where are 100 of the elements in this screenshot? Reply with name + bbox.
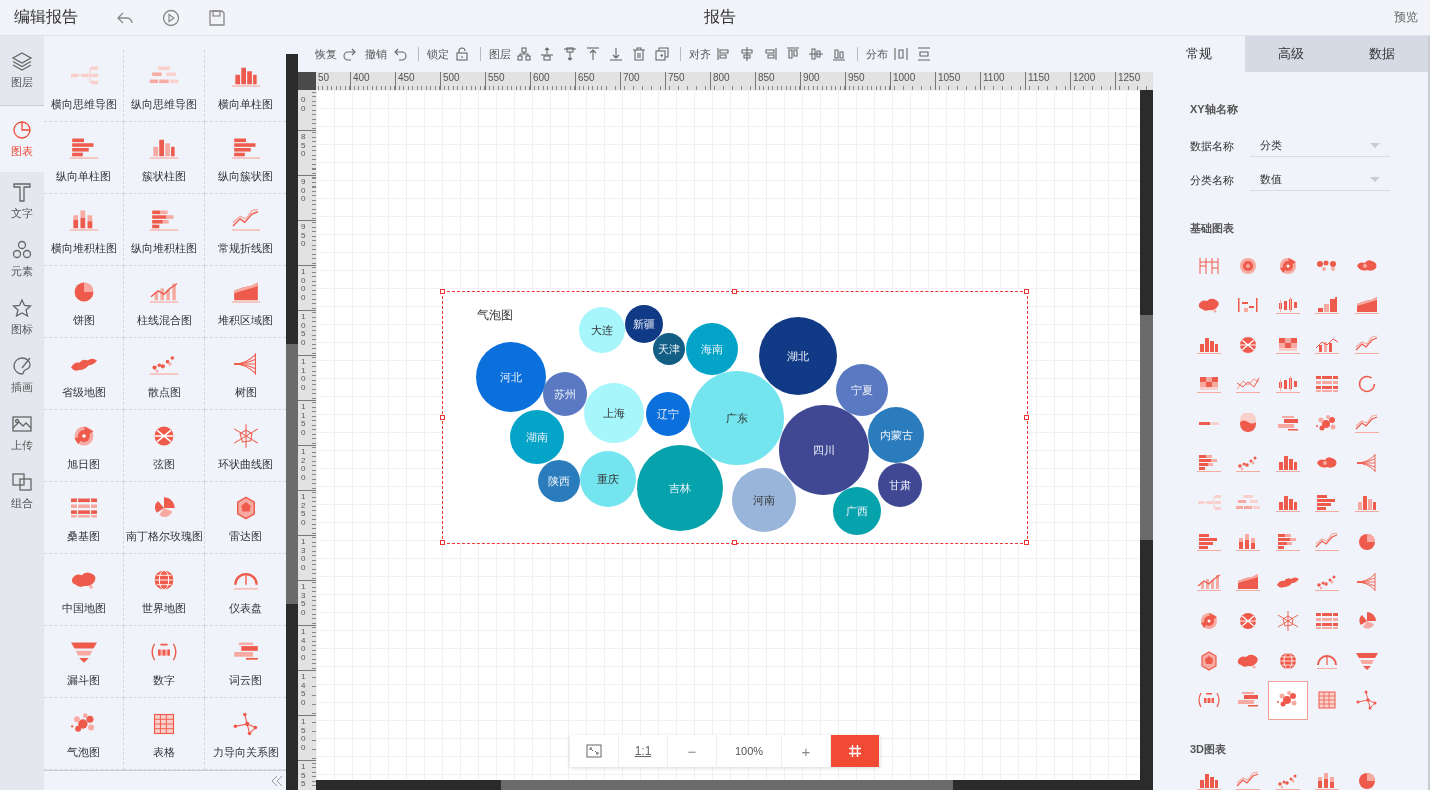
preview-button[interactable]: 预览 [1394, 9, 1418, 26]
ruler-number: 1450 [301, 673, 307, 707]
toolbar-label: 分布 [866, 46, 888, 62]
bubble-label: 河北 [500, 369, 522, 385]
chart-type-item[interactable]: 纵向思维导图 [124, 50, 205, 122]
chart-type-item[interactable]: 数字 [124, 626, 205, 698]
bubble-label: 新疆 [633, 316, 655, 332]
selected-chart[interactable]: 气泡图 大连 新疆 天津 海南 湖北 河北 苏州 宁夏 上海 辽宁 广东 湖南 内蒙古 四川 陕西 重庆 吉林 甘肃 河南 广西 [442, 291, 1028, 544]
section-heading: XY轴名称 [1190, 102, 1239, 117]
ruler-number: 500 [443, 72, 460, 83]
ruler-number: 900 [803, 72, 820, 83]
chart-type-item[interactable]: 南丁格尔玫瑰图 [124, 482, 205, 554]
chart-type-item[interactable]: 气泡图 [44, 698, 124, 770]
ruler-number: 1300 [301, 538, 307, 572]
ruler-number: 1200 [1073, 72, 1096, 83]
bubble-label: 苏州 [554, 386, 576, 402]
chart-type-item[interactable]: 世界地图 [124, 554, 205, 626]
bubble-label: 湖北 [787, 348, 809, 364]
bubble-label: 上海 [603, 405, 625, 421]
ruler-number: 600 [533, 72, 550, 83]
field-label: 分类名称 [1190, 172, 1235, 188]
ruler-number: 950 [301, 223, 307, 249]
ruler-number: 1400 [301, 628, 307, 662]
tab[interactable]: 高级 [1244, 36, 1337, 72]
chart-type-item[interactable]: 弦图 [124, 410, 205, 482]
bubble-label: 海南 [701, 341, 723, 357]
tab[interactable]: 数据 [1336, 36, 1428, 72]
ruler-number: 950 [848, 72, 865, 83]
chart-type-item[interactable]: 横向思维导图 [44, 50, 124, 122]
actual-size-button[interactable]: 1:1 [619, 735, 668, 767]
nav-item[interactable]: 元素 [0, 230, 44, 288]
ruler-number: 00 [301, 96, 307, 113]
chart-type-item[interactable]: 漏斗图 [44, 626, 124, 698]
dropdown-field[interactable]: 数值 [1250, 169, 1390, 191]
zoom-out-button[interactable]: − [668, 735, 717, 767]
toolbar-label: 恢复 [315, 46, 337, 62]
ruler-number: 1100 [301, 358, 307, 392]
ruler-number: 850 [301, 133, 307, 159]
ruler-number: 155 [301, 763, 307, 789]
chart-type-item[interactable]: 饼图 [44, 266, 124, 338]
chart-type-item[interactable]: 簇状柱图 [124, 122, 205, 194]
chart-type-item[interactable]: 中国地图 [44, 554, 124, 626]
ruler-number: 1150 [301, 403, 307, 437]
ruler-number: 800 [713, 72, 730, 83]
chart-title: 气泡图 [477, 307, 513, 324]
ruler-number: 1000 [301, 268, 307, 302]
chart-type-item[interactable]: 纵向堆积柱图 [124, 194, 205, 266]
bubble-label: 辽宁 [657, 406, 679, 422]
ruler-number: 1050 [301, 313, 307, 347]
ruler-number: 1350 [301, 583, 307, 617]
ruler-number: 1100 [983, 72, 1005, 83]
toolbar-label: 对齐 [689, 46, 711, 62]
ruler-number: 900 [301, 178, 307, 204]
chart-type-item[interactable]: 表格 [124, 698, 205, 770]
toolbar-label: 撤销 [365, 46, 387, 62]
chart-type-item[interactable]: 桑基图 [44, 482, 124, 554]
ruler-number: 1150 [1028, 72, 1050, 83]
field-label: 数据名称 [1190, 138, 1235, 154]
ruler-number: 1250 [1118, 72, 1141, 83]
ruler-number: 1200 [301, 448, 307, 482]
bubble-label: 大连 [591, 322, 613, 338]
bubble-label: 甘肃 [889, 477, 911, 493]
bubble-label: 湖南 [526, 429, 548, 445]
section-heading: 3D图表 [1190, 742, 1228, 757]
chart-type-item[interactable]: 纵向单柱图 [44, 122, 124, 194]
chart-type-item[interactable]: 省级地图 [44, 338, 124, 410]
ruler-number: 550 [488, 72, 505, 83]
bubble-label: 吉林 [669, 480, 691, 496]
ruler-number: 850 [758, 72, 775, 83]
page-title: 编辑报告 [14, 7, 78, 27]
ruler-number: 750 [668, 72, 685, 83]
nav-item[interactable]: 组合 [0, 462, 44, 520]
ruler-number: 1250 [301, 493, 307, 527]
bubble-label: 重庆 [597, 471, 619, 487]
canvas[interactable]: 气泡图 大连 新疆 天津 海南 湖北 河北 苏州 宁夏 上海 辽宁 广东 湖南 内蒙古 四川 陕西 重庆 吉林 甘肃 河南 广西 1:1 − 100% + [316, 90, 1140, 780]
bubble-label: 内蒙古 [879, 427, 913, 443]
bubble-label: 河南 [753, 492, 775, 508]
nav-item[interactable]: 图标 [0, 288, 44, 346]
ruler-number: 400 [353, 72, 370, 83]
bubble-label: 广东 [726, 410, 748, 426]
ruler-number: 1000 [893, 72, 916, 83]
zoom-in-button[interactable]: + [782, 735, 831, 767]
dropdown-field[interactable]: 分类 [1250, 135, 1390, 157]
chart-type-item[interactable]: 旭日图 [44, 410, 124, 482]
toolbar-label: 锁定 [427, 46, 449, 62]
nav-item[interactable]: 插画 [0, 346, 44, 404]
ruler-number: 1500 [301, 718, 307, 752]
ruler-number: 650 [578, 72, 595, 83]
nav-item[interactable]: 上传 [0, 404, 44, 462]
nav-item[interactable]: 文字 [0, 172, 44, 230]
ruler-number: 1050 [938, 72, 961, 83]
chart-type-item[interactable]: 柱线混合图 [124, 266, 205, 338]
chart-type-item[interactable]: 散点图 [124, 338, 205, 410]
bubble-label: 广西 [846, 503, 868, 519]
bubble-label: 四川 [813, 442, 835, 458]
report-title: 报告 [704, 7, 736, 27]
chart-type-item[interactable]: 横向堆积柱图 [44, 194, 124, 266]
toolbar-label: 图层 [489, 46, 511, 62]
bubble-label: 宁夏 [851, 382, 873, 398]
section-heading: 基础图表 [1190, 221, 1235, 236]
